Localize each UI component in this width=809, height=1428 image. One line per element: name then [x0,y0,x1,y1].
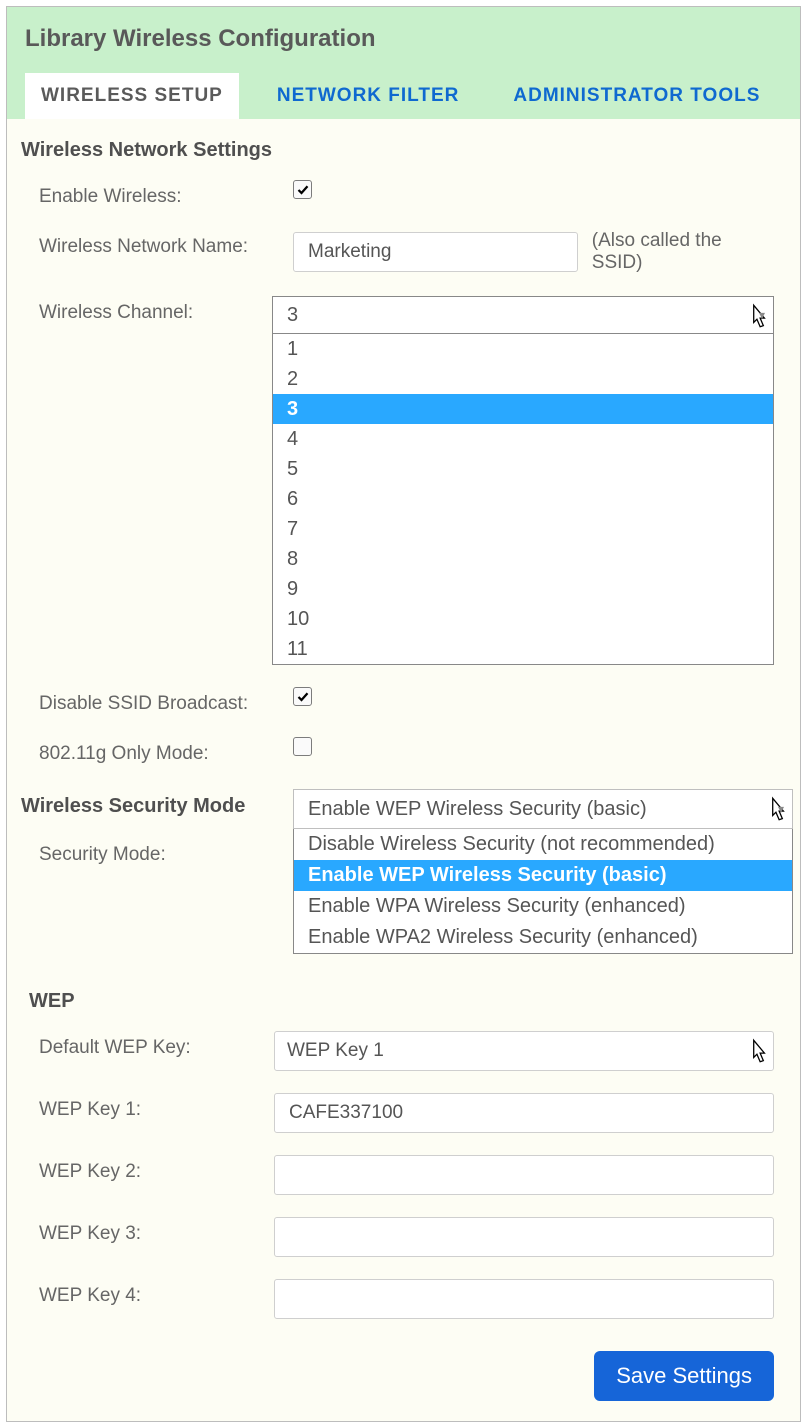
security-option-disable[interactable]: Disable Wireless Security (not recommend… [294,829,792,860]
default-wep-key-value: WEP Key 1 [287,1040,384,1062]
gonly-label: 802.11g Only Mode: [11,737,293,765]
cursor-icon [745,301,771,331]
network-name-input[interactable] [306,240,565,264]
ssid-hint: (Also called the SSID) [592,230,774,274]
enable-wireless-label: Enable Wireless: [11,180,293,208]
channel-option-10[interactable]: 10 [273,604,773,634]
security-mode-label: Security Mode: [11,836,293,866]
section-heading-security: Wireless Security Mode [21,795,293,818]
panel-content: Wireless Network Settings Enable Wireles… [7,119,800,1421]
tab-admin-tools[interactable]: ADMINISTRATOR TOOLS [497,73,776,119]
page-title: Library Wireless Configuration [7,7,800,73]
channel-option-9[interactable]: 9 [273,574,773,604]
channel-option-7[interactable]: 7 [273,514,773,544]
channel-option-6[interactable]: 6 [273,484,773,514]
section-heading-wep: WEP [29,990,782,1013]
save-button[interactable]: Save Settings [594,1351,774,1401]
channel-selected-value: 3 [287,304,298,327]
check-icon [297,184,309,196]
security-option-wpa[interactable]: Enable WPA Wireless Security (enhanced) [294,891,792,922]
security-mode-selected-value: Enable WEP Wireless Security (basic) [308,798,647,821]
disable-ssid-label: Disable SSID Broadcast: [11,687,293,715]
config-panel: Library Wireless Configuration WIRELESS … [6,6,801,1422]
wep-key4-input[interactable] [287,1287,761,1311]
wep-key1-label: WEP Key 1: [11,1093,274,1121]
network-name-field-wrap [293,232,578,272]
wep-key4-label: WEP Key 4: [11,1279,274,1307]
security-mode-dropdown[interactable]: Enable WEP Wireless Security (basic) Dis… [293,789,793,954]
channel-option-5[interactable]: 5 [273,454,773,484]
channel-dropdown[interactable]: 3 1 2 3 4 5 6 7 8 9 [272,296,774,665]
network-name-label: Wireless Network Name: [11,230,293,258]
channel-option-2[interactable]: 2 [273,364,773,394]
tab-network-filter[interactable]: NETWORK FILTER [261,73,476,119]
disable-ssid-checkbox[interactable] [293,687,312,706]
default-wep-key-select[interactable]: WEP Key 1 [274,1031,774,1071]
check-icon [297,691,309,703]
default-wep-key-label: Default WEP Key: [11,1031,274,1059]
channel-option-8[interactable]: 8 [273,544,773,574]
wep-key3-input[interactable] [287,1225,761,1249]
channel-option-11[interactable]: 11 [273,634,773,664]
gonly-checkbox[interactable] [293,737,312,756]
panel-header: Library Wireless Configuration WIRELESS … [7,7,800,119]
channel-option-4[interactable]: 4 [273,424,773,454]
security-option-wep[interactable]: Enable WEP Wireless Security (basic) [294,860,792,891]
wep-key1-input[interactable] [287,1101,761,1125]
cursor-icon [745,1036,771,1066]
security-mode-option-list: Disable Wireless Security (not recommend… [293,829,793,954]
wep-key3-label: WEP Key 3: [11,1217,274,1245]
cursor-icon [764,794,790,824]
channel-option-list: 1 2 3 4 5 6 7 8 9 10 11 [273,334,773,664]
security-mode-selected[interactable]: Enable WEP Wireless Security (basic) [293,789,793,829]
channel-option-3[interactable]: 3 [273,394,773,424]
enable-wireless-checkbox[interactable] [293,180,312,199]
wep-key2-label: WEP Key 2: [11,1155,274,1183]
wep-key2-input[interactable] [287,1163,761,1187]
tab-bar: WIRELESS SETUP NETWORK FILTER ADMINISTRA… [7,73,800,119]
channel-option-1[interactable]: 1 [273,334,773,364]
tab-wireless-setup[interactable]: WIRELESS SETUP [25,73,239,119]
security-option-wpa2[interactable]: Enable WPA2 Wireless Security (enhanced) [294,922,792,953]
channel-selected[interactable]: 3 [273,297,773,334]
section-heading-network: Wireless Network Settings [21,139,782,162]
channel-label: Wireless Channel: [11,296,272,324]
